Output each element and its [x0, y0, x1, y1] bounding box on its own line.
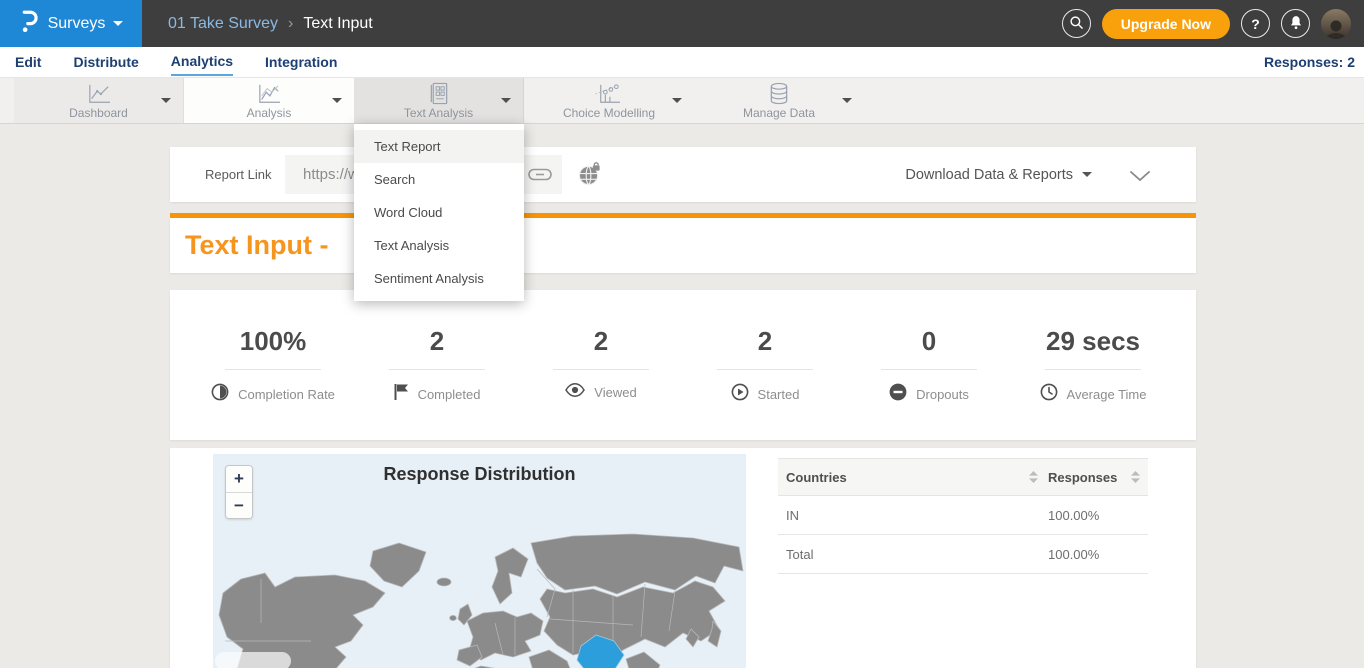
eye-icon — [565, 383, 585, 402]
clock-icon — [1040, 383, 1058, 406]
user-avatar[interactable] — [1321, 9, 1351, 39]
countries-table: Countries Responses IN 100.00% Total — [778, 458, 1148, 574]
zoom-in-button[interactable]: + — [226, 466, 252, 492]
title-section: Text Input - — [170, 218, 1196, 273]
chevron-down-icon — [501, 98, 511, 103]
breadcrumb-survey-name[interactable]: 01 Take Survey — [168, 15, 278, 33]
search-icon — [1069, 15, 1084, 33]
response-distribution-section: Response Distribution + − — [170, 448, 1196, 668]
sort-icon — [1029, 471, 1038, 483]
copy-link-icon[interactable] — [528, 168, 552, 186]
report-link-label: Report Link — [205, 147, 271, 202]
nav-item-edit[interactable]: Edit — [15, 49, 41, 75]
globe-lock-icon[interactable] — [577, 162, 602, 192]
chevron-down-icon — [332, 98, 342, 103]
countries-table-header: Countries Responses — [778, 458, 1148, 496]
dashboard-chart-icon — [14, 82, 183, 105]
header-actions: Upgrade Now ? — [1062, 9, 1364, 39]
table-row: Total 100.00% — [778, 535, 1148, 574]
survey-stats: 100% Completion Rate 2 Completed 2 — [170, 290, 1196, 440]
responses-column-header[interactable]: Responses — [1048, 470, 1140, 485]
play-circle-icon — [731, 383, 749, 406]
top-header: Surveys 01 Take Survey › Text Input Upgr… — [0, 0, 1364, 47]
choice-modelling-icon — [524, 82, 694, 105]
map-title: Response Distribution — [213, 464, 746, 485]
chevron-down-icon — [672, 98, 682, 103]
collapse-section-chevron-icon[interactable] — [1130, 169, 1150, 187]
map-zoom-controls: + − — [225, 465, 253, 519]
survey-nav: Edit Distribute Analytics Integration Re… — [0, 47, 1364, 77]
chevron-down-icon — [1082, 172, 1092, 177]
stat-viewed: 2 Viewed — [519, 326, 683, 440]
nav-item-distribute[interactable]: Distribute — [73, 49, 138, 75]
surveys-product-switcher[interactable]: Surveys — [0, 0, 142, 47]
help-button[interactable]: ? — [1241, 9, 1270, 38]
tab-dashboard[interactable]: Dashboard — [14, 78, 184, 123]
menu-item-text-analysis[interactable]: Text Analysis — [354, 229, 524, 262]
menu-item-search[interactable]: Search — [354, 163, 524, 196]
breadcrumb: 01 Take Survey › Text Input — [168, 15, 373, 33]
tab-choice-modelling[interactable]: Choice Modelling — [524, 78, 694, 123]
manage-data-database-icon — [694, 82, 864, 105]
stat-completion-rate: 100% Completion Rate — [191, 326, 355, 440]
table-row: IN 100.00% — [778, 496, 1148, 535]
flag-icon — [394, 383, 409, 405]
sort-icon — [1131, 471, 1140, 483]
analytics-toolbar: Dashboard Analysis Text Analysis Choice … — [0, 77, 1364, 124]
completion-rate-icon — [211, 383, 229, 406]
nav-item-integration[interactable]: Integration — [265, 49, 337, 75]
upgrade-now-button[interactable]: Upgrade Now — [1102, 9, 1230, 39]
menu-item-text-report[interactable]: Text Report — [354, 130, 524, 163]
countries-column-header[interactable]: Countries — [786, 470, 1048, 485]
stat-completed: 2 Completed — [355, 326, 519, 440]
notifications-button[interactable] — [1281, 9, 1310, 38]
menu-item-sentiment-analysis[interactable]: Sentiment Analysis — [354, 262, 524, 295]
chevron-down-icon — [842, 98, 852, 103]
map-attribution-placeholder — [215, 652, 291, 668]
minus-circle-icon — [889, 383, 907, 406]
question-mark-icon: ? — [1251, 16, 1260, 32]
chevron-down-icon — [113, 21, 123, 26]
tab-text-analysis[interactable]: Text Analysis — [354, 78, 524, 123]
world-map-canvas[interactable] — [213, 529, 746, 668]
bell-icon — [1289, 15, 1303, 33]
download-data-reports-dropdown[interactable]: Download Data & Reports — [905, 147, 1092, 202]
stat-average-time: 29 secs Average Time — [1011, 326, 1175, 440]
report-link-bar: Report Link Download Data & Reports — [170, 147, 1196, 202]
responses-count: Responses: 2 — [1264, 47, 1355, 77]
text-analysis-menu: Text Report Search Word Cloud Text Analy… — [354, 124, 524, 301]
stat-started: 2 Started — [683, 326, 847, 440]
questionpro-logo-icon — [19, 8, 40, 39]
page-title: Text Input - — [170, 218, 1196, 273]
text-analysis-icon — [354, 82, 523, 105]
product-name: Surveys — [48, 15, 106, 33]
app-screen: Surveys 01 Take Survey › Text Input Upgr… — [0, 0, 1364, 668]
analysis-chart-icon — [184, 82, 354, 105]
tab-manage-data[interactable]: Manage Data — [694, 78, 864, 123]
search-button[interactable] — [1062, 9, 1091, 38]
chevron-down-icon — [161, 98, 171, 103]
breadcrumb-page-name: Text Input — [303, 15, 372, 33]
tab-analysis[interactable]: Analysis — [184, 78, 354, 123]
zoom-out-button[interactable]: − — [226, 492, 252, 518]
breadcrumb-separator: › — [288, 15, 293, 33]
menu-item-word-cloud[interactable]: Word Cloud — [354, 196, 524, 229]
nav-item-analytics[interactable]: Analytics — [171, 48, 233, 76]
world-map[interactable]: Response Distribution + − — [213, 454, 746, 668]
stat-dropouts: 0 Dropouts — [847, 326, 1011, 440]
